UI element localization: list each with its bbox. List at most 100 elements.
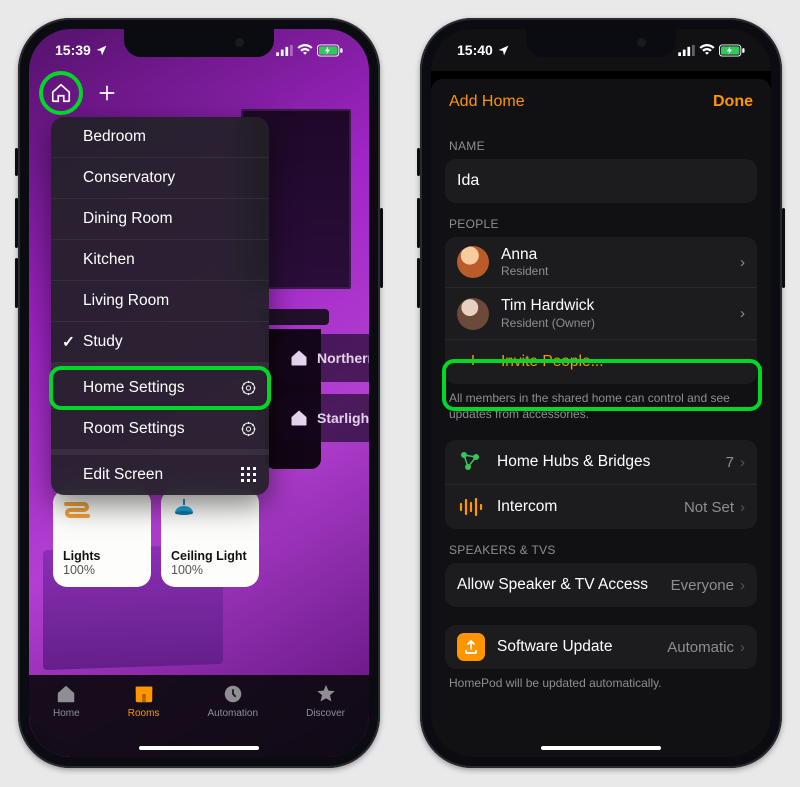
avatar	[457, 298, 489, 330]
notch	[526, 29, 676, 57]
home-menu-button[interactable]	[45, 77, 77, 109]
cellular-icon	[678, 45, 695, 56]
accessory-tiles: Lights 100% Ceiling Light 100%	[53, 489, 259, 587]
room-option[interactable]: Conservatory	[51, 158, 269, 199]
add-button[interactable]	[91, 77, 123, 109]
hubs-icon	[457, 448, 485, 476]
row-detail: Automatic	[667, 639, 734, 656]
cellular-icon	[276, 45, 293, 56]
tab-label: Discover	[306, 708, 345, 719]
home-name-field[interactable]: Ida	[445, 159, 757, 203]
chevron-right-icon: ›	[740, 577, 745, 594]
scene-tile-starlight[interactable]: Starlight	[279, 394, 369, 442]
accessory-tile[interactable]: Lights 100%	[53, 489, 151, 587]
tab-label: Automation	[207, 708, 258, 719]
location-icon	[497, 44, 510, 57]
room-settings-option[interactable]: Room Settings	[51, 409, 269, 455]
accessory-detail: 100%	[63, 563, 141, 577]
row-detail: Everyone	[671, 577, 734, 594]
rooms-icon	[132, 683, 156, 705]
speaker-access-row[interactable]: Allow Speaker & TV Access Everyone›	[445, 563, 757, 607]
chevron-right-icon: ›	[740, 305, 745, 322]
software-update-icon	[457, 633, 485, 661]
accessory-detail: 100%	[171, 563, 249, 577]
edit-screen-option[interactable]: Edit Screen	[51, 455, 269, 495]
status-time: 15:40	[457, 42, 493, 58]
invite-label: Invite People...	[501, 353, 604, 371]
plus-icon: +	[461, 350, 485, 374]
person-role: Resident	[501, 264, 548, 279]
sheet-header: Add Home Done	[431, 79, 771, 119]
accessory-tile[interactable]: Ceiling Light 100%	[161, 489, 259, 587]
section-caption-people: PEOPLE	[449, 217, 753, 231]
screen-home-app: 15:39 Northern Sta	[29, 29, 369, 757]
tab-discover[interactable]: Discover	[306, 683, 345, 757]
room-label: Dining Room	[83, 210, 173, 228]
people-card: Anna Resident › Tim Hardwick Resident (O…	[445, 237, 757, 384]
plus-icon	[97, 83, 117, 103]
home-indicator[interactable]	[541, 746, 661, 751]
battery-icon	[317, 44, 343, 57]
house-icon	[289, 408, 309, 428]
scene-tile-northern[interactable]: Northern	[279, 334, 369, 382]
section-caption-name: NAME	[449, 139, 753, 153]
room-option[interactable]: Dining Room	[51, 199, 269, 240]
tab-home[interactable]: Home	[53, 683, 80, 757]
section-caption-speakers: SPEAKERS & TVS	[449, 543, 753, 557]
accessory-name: Lights	[63, 549, 141, 563]
intercom-icon	[457, 493, 485, 521]
tab-label: Rooms	[128, 708, 160, 719]
scene-label: Northern	[317, 350, 369, 366]
menu-label: Home Settings	[83, 379, 185, 397]
row-title: Software Update	[497, 638, 612, 656]
software-update-card: Software Update Automatic ›	[445, 625, 757, 669]
room-label: Living Room	[83, 292, 169, 310]
person-row[interactable]: Tim Hardwick Resident (Owner) ›	[445, 288, 757, 339]
phone-right: 15:40 Add Home Done NAME Ida	[420, 18, 782, 768]
chevron-right-icon: ›	[740, 499, 745, 516]
light-strip-icon	[63, 499, 91, 521]
house-icon	[54, 683, 78, 705]
room-label: Kitchen	[83, 251, 135, 269]
software-update-row[interactable]: Software Update Automatic ›	[445, 625, 757, 669]
home-settings-sheet: Add Home Done NAME Ida PEOPLE	[431, 79, 771, 757]
person-row[interactable]: Anna Resident ›	[445, 237, 757, 288]
chevron-right-icon: ›	[740, 639, 745, 656]
status-time: 15:39	[55, 42, 91, 58]
room-option-selected[interactable]: Study	[51, 322, 269, 368]
home-indicator[interactable]	[139, 746, 259, 751]
row-detail: Not Set	[684, 499, 734, 516]
chevron-right-icon: ›	[740, 454, 745, 471]
done-button[interactable]: Done	[713, 93, 753, 111]
room-option[interactable]: Kitchen	[51, 240, 269, 281]
intercom-row[interactable]: Intercom Not Set ›	[445, 485, 757, 529]
home-hubs-row[interactable]: Home Hubs & Bridges 7›	[445, 440, 757, 485]
accessory-name: Ceiling Light	[171, 549, 249, 563]
room-label: Study	[83, 333, 123, 351]
wifi-icon	[699, 44, 715, 56]
room-option[interactable]: Living Room	[51, 281, 269, 322]
location-icon	[95, 44, 108, 57]
home-name-value: Ida	[457, 172, 479, 190]
chevron-right-icon: ›	[740, 254, 745, 271]
person-name: Anna	[501, 245, 548, 264]
screen-home-settings: 15:40 Add Home Done NAME Ida	[431, 29, 771, 757]
automation-icon	[221, 683, 245, 705]
scene-label: Starlight	[317, 410, 369, 426]
home-settings-option[interactable]: Home Settings	[51, 368, 269, 409]
gear-icon	[240, 380, 257, 397]
house-icon	[289, 348, 309, 368]
add-home-button[interactable]: Add Home	[449, 93, 525, 111]
gear-icon	[240, 421, 257, 438]
tab-label: Home	[53, 708, 80, 719]
invite-people-button[interactable]: + Invite People...	[445, 340, 757, 384]
menu-label: Room Settings	[83, 420, 185, 438]
person-name: Tim Hardwick	[501, 296, 595, 315]
avatar	[457, 246, 489, 278]
room-label: Conservatory	[83, 169, 175, 187]
speakers-card: Allow Speaker & TV Access Everyone›	[445, 563, 757, 607]
row-title: Intercom	[497, 498, 557, 516]
row-title: Home Hubs & Bridges	[497, 453, 650, 471]
room-option[interactable]: Bedroom	[51, 117, 269, 158]
name-card: Ida	[445, 159, 757, 203]
